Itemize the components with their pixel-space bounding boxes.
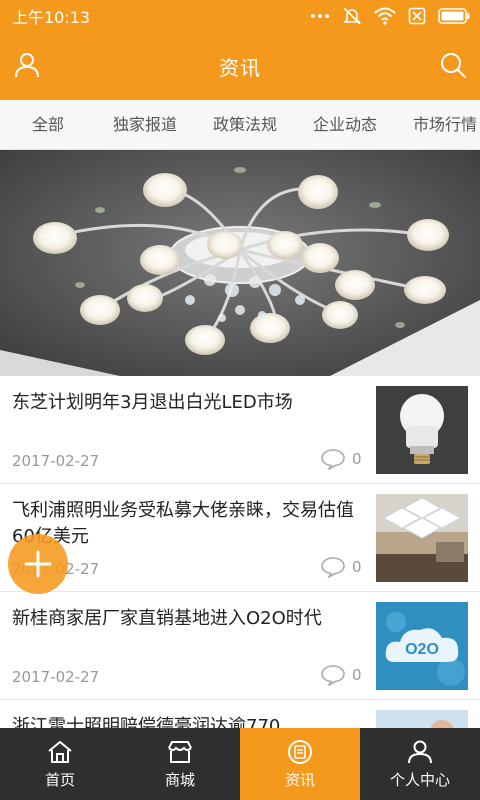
news-title: 新桂商家居厂家直销基地进入O2O时代 <box>12 608 322 629</box>
tab-policy[interactable]: 政策法规 <box>213 100 277 149</box>
ceiling-lamp-image <box>376 494 468 582</box>
nav-label: 资讯 <box>284 770 315 789</box>
news-date: 2017-02-27 <box>12 668 100 686</box>
o2o-cloud-image: O2O <box>376 602 468 690</box>
wifi-icon <box>374 7 396 25</box>
news-item[interactable]: 东芝计划明年3月退出白光LED市场 2017-02-27 0 <box>0 376 480 484</box>
person-photo-image <box>376 710 468 728</box>
nav-home[interactable]: 首页 <box>0 728 120 800</box>
nav-label: 商城 <box>164 770 195 789</box>
nav-mall[interactable]: 商城 <box>120 728 240 800</box>
o2o-text: O2O <box>405 641 439 658</box>
comment-count: 0 <box>320 448 362 470</box>
led-bulb-image <box>376 386 468 474</box>
nav-label: 首页 <box>44 770 75 789</box>
comment-icon <box>321 449 345 470</box>
plus-icon <box>24 550 52 578</box>
comment-number: 0 <box>352 450 362 468</box>
comment-number: 0 <box>352 558 362 576</box>
dots-icon <box>311 14 329 18</box>
news-list: 东芝计划明年3月退出白光LED市场 2017-02-27 0 飞利浦照明业务受私… <box>0 376 480 728</box>
news-item[interactable]: 飞利浦照明业务受私募大佬亲睐，交易估值60亿美元 2017-02-27 0 <box>0 484 480 592</box>
news-item[interactable]: 浙江雷士照明赔偿德豪润达逾770 <box>0 700 480 728</box>
comment-number: 0 <box>352 666 362 684</box>
news-thumbnail <box>376 710 468 728</box>
nav-label: 个人中心 <box>389 770 450 789</box>
comment-icon <box>321 665 345 686</box>
banner-image[interactable] <box>0 150 480 376</box>
tab-market[interactable]: 市场行情 <box>413 100 477 149</box>
news-date: 2017-02-27 <box>12 452 100 470</box>
category-tabs: 全部 独家报道 政策法规 企业动态 市场行情 <box>0 100 480 150</box>
no-sim-icon <box>408 7 426 25</box>
comment-icon <box>321 557 345 578</box>
chandelier-photo <box>0 150 480 376</box>
news-thumbnail <box>376 386 468 474</box>
news-item[interactable]: 新桂商家居厂家直销基地进入O2O时代 2017-02-27 0 O2O <box>0 592 480 700</box>
status-time: 上午10:13 <box>12 8 91 27</box>
page-title: 资讯 <box>219 55 261 80</box>
tab-company[interactable]: 企业动态 <box>313 100 377 149</box>
mute-bell-icon <box>343 7 361 25</box>
search-icon[interactable] <box>438 50 468 80</box>
news-title: 东芝计划明年3月退出白光LED市场 <box>12 392 293 413</box>
user-icon[interactable] <box>12 50 42 80</box>
news-thumbnail: O2O <box>376 602 468 690</box>
nav-news[interactable]: 资讯 <box>240 728 360 800</box>
home-icon <box>48 740 72 763</box>
tab-all[interactable]: 全部 <box>32 100 64 149</box>
nav-profile[interactable]: 个人中心 <box>360 728 480 800</box>
add-button[interactable] <box>8 534 68 594</box>
status-icons <box>310 6 470 26</box>
tab-exclusive[interactable]: 独家报道 <box>113 100 177 149</box>
news-title: 飞利浦照明业务受私募大佬亲睐，交易估值60亿美元 <box>12 500 354 547</box>
shop-icon <box>168 740 192 763</box>
comment-count: 0 <box>320 556 362 578</box>
app-header: 资讯 <box>0 32 480 100</box>
user-icon <box>408 740 432 763</box>
bottom-nav: 首页 商城 资讯 个人中心 <box>0 728 480 800</box>
status-bar: 上午10:13 <box>0 0 480 32</box>
news-thumbnail <box>376 494 468 582</box>
news-icon <box>288 739 312 764</box>
news-title: 浙江雷士照明赔偿德豪润达逾770 <box>12 716 281 728</box>
battery-icon <box>438 8 470 24</box>
comment-count: 0 <box>320 664 362 686</box>
